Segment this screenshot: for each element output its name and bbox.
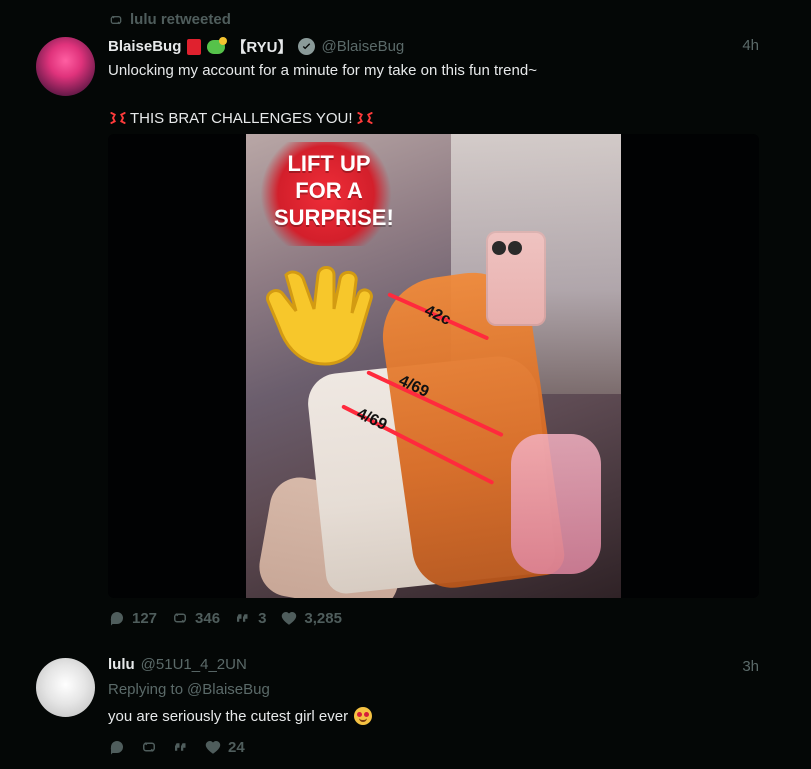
tweet-actions: 127 346 3 3,285: [108, 609, 342, 627]
reply-author-name[interactable]: lulu: [108, 656, 135, 673]
heart-icon: [282, 612, 297, 625]
bug-emoji-icon: [207, 36, 228, 54]
image-phone: [486, 231, 546, 326]
tweet-image[interactable]: LIFT UP FOR A SURPRISE! 42c 4/69 4/69: [246, 134, 621, 598]
anger-icon: [356, 112, 373, 124]
replying-to: Replying to @BlaiseBug: [108, 681, 270, 698]
reply-author-handle[interactable]: @51U1_4_2UN: [141, 656, 247, 673]
reply-count: 127: [132, 609, 158, 627]
author-tag: 【RYU】: [231, 39, 293, 56]
quote-button[interactable]: [172, 738, 190, 756]
tweet-time[interactable]: 4h: [742, 37, 759, 54]
tweet-text: Unlocking my account for a minute for my…: [108, 62, 537, 79]
like-count: 3,285: [304, 609, 342, 627]
heart-icon: [205, 741, 221, 754]
verified-icon: [298, 38, 316, 55]
like-button[interactable]: 24: [204, 738, 245, 756]
heart-eyes-emoji-icon: [354, 707, 373, 725]
book-emoji-icon: [187, 38, 202, 55]
retweet-icon: [143, 742, 155, 752]
replying-to-handle[interactable]: @BlaiseBug: [187, 681, 270, 698]
like-count: 24: [228, 738, 245, 756]
reply-text: you are seriously the cutest girl ever: [108, 707, 349, 725]
like-button[interactable]: 3,285: [280, 609, 342, 627]
avatar[interactable]: [36, 37, 95, 96]
overlay-text: LIFT UP FOR A SURPRISE!: [274, 151, 394, 230]
tweet-header: BlaiseBug 【RYU】 @BlaiseBug: [108, 36, 404, 57]
tweet-challenge-line: THIS BRAT CHALLENGES YOU!: [108, 108, 375, 128]
reply-icon: [110, 612, 123, 626]
retweet-count: 346: [195, 609, 221, 627]
replying-to-prefix: Replying to: [108, 681, 184, 698]
reply-text-line: you are seriously the cutest girl ever: [108, 707, 373, 725]
reply-time[interactable]: 3h: [742, 658, 759, 675]
retweet-label: lulu retweeted: [130, 11, 231, 28]
reply-button[interactable]: [108, 738, 126, 756]
reply-actions: 24: [108, 738, 245, 756]
retweet-icon: [174, 613, 187, 623]
reply-button[interactable]: 127: [108, 609, 157, 627]
reply-header: lulu @51U1_4_2UN: [108, 656, 247, 673]
quote-count: 3: [258, 609, 267, 627]
retweet-icon: [110, 15, 122, 24]
avatar[interactable]: [36, 658, 95, 717]
challenge-text: THIS BRAT CHALLENGES YOU!: [130, 109, 353, 127]
author-handle[interactable]: @BlaiseBug: [321, 38, 404, 55]
quote-icon: [237, 614, 248, 622]
anger-icon: [110, 112, 126, 124]
author-name[interactable]: BlaiseBug: [108, 38, 181, 55]
image-plush: [511, 434, 601, 574]
retweet-button[interactable]: 346: [171, 609, 220, 627]
retweet-button[interactable]: [140, 738, 158, 756]
reply-icon: [110, 741, 123, 755]
hand-icon: [266, 266, 373, 366]
quote-button[interactable]: 3: [234, 609, 266, 627]
quote-icon: [175, 743, 186, 751]
retweet-indicator: lulu retweeted: [108, 11, 231, 28]
